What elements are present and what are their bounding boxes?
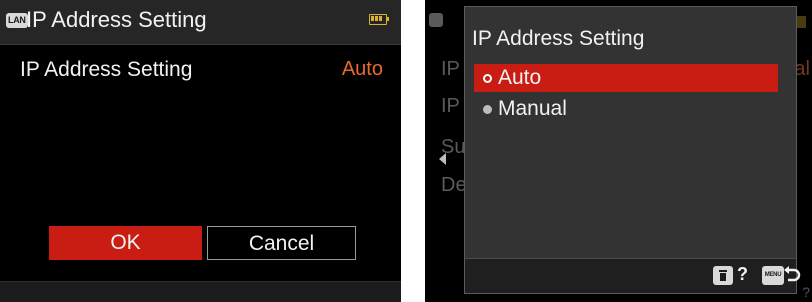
back-arrow-icon[interactable] [783,266,801,286]
title-bar: LAN IP Address Setting [0,0,401,45]
popup-title: IP Address Setting [472,27,645,50]
ip-setting-popup: IP Address Setting Auto Manual ? MENU [464,6,801,294]
ip-setting-confirm-screen: LAN IP Address Setting IP Address Settin… [0,0,401,302]
background-menu-item: IP [441,95,460,117]
left-arrow-icon [439,153,446,165]
page-title: IP Address Setting [26,7,207,32]
radio-unselected-icon [483,105,492,114]
ip-setting-select-screen: IP IP Su De ual ? IP Address Setting Aut… [425,0,812,302]
background-help-fragment: ? [802,284,810,300]
popup-footer: ? MENU [465,258,801,293]
setting-value: Auto [341,58,383,80]
setting-label: IP Address Setting [20,58,193,81]
battery-icon [369,14,391,25]
trash-icon[interactable] [713,266,733,285]
radio-selected-icon [483,74,492,83]
menu-button-icon[interactable]: MENU [762,266,784,285]
lan-icon: LAN [6,13,28,28]
option-auto[interactable]: Auto [474,64,778,92]
option-label: Auto [498,66,542,89]
bottom-strip [0,281,401,302]
lan-icon-background [429,13,443,27]
background-menu-item: De [441,174,467,196]
battery-icon-background [796,16,806,28]
background-menu-item: IP [441,58,460,80]
cancel-button[interactable]: Cancel [207,226,356,260]
option-label: Manual [498,97,567,120]
ip-address-setting-row: IP Address Setting Auto [0,52,401,88]
ok-button[interactable]: OK [49,226,202,260]
help-label: ? [737,264,748,284]
option-manual[interactable]: Manual [474,95,778,123]
